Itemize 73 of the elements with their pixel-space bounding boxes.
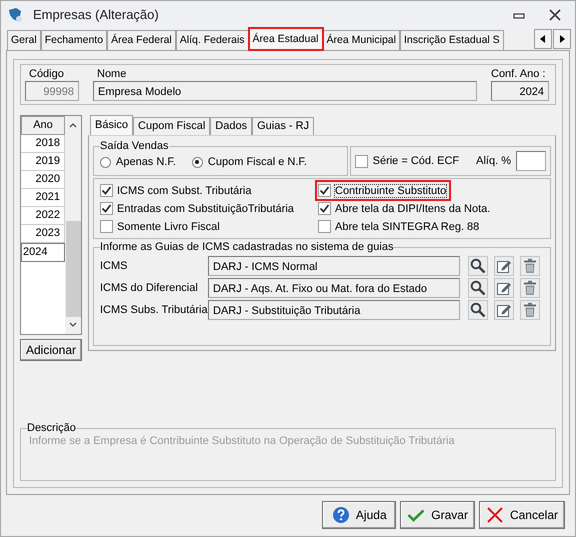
code-label: Código bbox=[28, 67, 65, 81]
name-label: Nome bbox=[96, 67, 128, 81]
add-button[interactable]: Adicionar bbox=[20, 339, 82, 361]
tab[interactable]: Guias - RJ bbox=[252, 117, 314, 135]
group-title: Saída Vendas bbox=[100, 140, 169, 153]
year-row[interactable]: 2024 bbox=[21, 243, 65, 262]
checkbox-label: Abre tela SINTEGRA Reg. 88 bbox=[335, 220, 480, 232]
delete-button[interactable] bbox=[520, 278, 540, 298]
cancel-button[interactable]: Cancelar bbox=[478, 501, 565, 529]
search-button[interactable] bbox=[468, 300, 488, 320]
scroll-up-icon[interactable] bbox=[68, 121, 78, 129]
minimize-icon[interactable] bbox=[513, 10, 525, 18]
tab[interactable]: Alíq. Federais bbox=[176, 30, 249, 50]
field-label: ICMS Subs. Tributária bbox=[100, 304, 206, 316]
window-title: Empresas (Alteração) bbox=[33, 7, 159, 22]
rate-field[interactable] bbox=[516, 151, 546, 171]
radio-button[interactable] bbox=[100, 156, 111, 168]
checkbox[interactable] bbox=[100, 202, 113, 215]
tab[interactable]: Área Federal bbox=[107, 30, 176, 50]
check-icon bbox=[407, 508, 426, 522]
tab[interactable]: Cupom Fiscal bbox=[133, 117, 210, 135]
tab[interactable]: Básico bbox=[90, 115, 134, 135]
guide-field[interactable]: DARJ - Substituição Tributária bbox=[208, 300, 460, 320]
scroll-left-icon[interactable] bbox=[534, 29, 552, 49]
checkbox-label: Somente Livro Fiscal bbox=[117, 220, 220, 232]
search-button[interactable] bbox=[468, 256, 488, 276]
checkbox-label: Série = Cód. ECF bbox=[372, 155, 460, 167]
group-title: Informe as Guias de ICMS cadastradas no sistema de guias bbox=[100, 241, 394, 254]
tab[interactable]: Geral bbox=[7, 30, 41, 50]
rate-label: Alíq. % bbox=[476, 155, 511, 167]
map-icon bbox=[7, 6, 25, 24]
checkbox[interactable] bbox=[318, 202, 331, 215]
checkbox[interactable] bbox=[100, 220, 113, 233]
description-text: Informe se a Empresa é Contribuinte Substituto na Operação de Substituição Tributária bbox=[28, 435, 455, 447]
edit-button[interactable] bbox=[494, 278, 514, 298]
tab[interactable]: Dados bbox=[210, 117, 252, 135]
tab[interactable]: Área Estadual bbox=[248, 28, 323, 50]
checkbox-label: Entradas com SubstituiçãoTributária bbox=[117, 202, 294, 214]
checkbox-label: ICMS com Subst. Tributária bbox=[117, 184, 252, 196]
help-button[interactable]: Ajuda bbox=[322, 501, 396, 529]
field-label: ICMS bbox=[100, 260, 128, 272]
year-field[interactable]: 2024 bbox=[491, 81, 549, 101]
search-button[interactable] bbox=[468, 278, 488, 298]
delete-button[interactable] bbox=[520, 300, 540, 320]
checkbox-label: Abre tela da DIPI/Itens da Nota. bbox=[335, 202, 490, 214]
year-label: Conf. Ano : bbox=[491, 67, 546, 81]
scroll-down-icon[interactable] bbox=[68, 321, 78, 329]
delete-button[interactable] bbox=[520, 256, 540, 276]
tab[interactable]: Inscrição Estadual S bbox=[400, 30, 504, 50]
tab[interactable]: Área Municipal bbox=[322, 30, 400, 50]
radio-button[interactable] bbox=[192, 156, 203, 168]
radio-label: Apenas N.F. bbox=[116, 156, 176, 168]
group-title: Descrição bbox=[27, 422, 76, 435]
field-label: ICMS do Diferencial bbox=[100, 282, 199, 294]
tab[interactable]: Fechamento bbox=[40, 30, 108, 50]
checkbox[interactable] bbox=[318, 184, 331, 197]
cross-icon bbox=[486, 506, 504, 524]
checkbox[interactable] bbox=[318, 220, 331, 233]
guide-field[interactable]: DARJ - Aqs. At. Fixo ou Mat. fora do Estado bbox=[208, 278, 460, 298]
name-field[interactable]: Empresa Modelo bbox=[93, 81, 477, 101]
help-icon bbox=[332, 506, 350, 524]
checkbox-label: Contribuinte Substituto bbox=[335, 184, 446, 196]
checkbox[interactable] bbox=[354, 154, 368, 168]
guide-field[interactable]: DARJ - ICMS Normal bbox=[208, 256, 460, 276]
scroll-right-icon[interactable] bbox=[553, 29, 571, 49]
radio-label: Cupom Fiscal e N.F. bbox=[208, 156, 307, 168]
scrollbar[interactable] bbox=[65, 116, 81, 334]
save-button[interactable]: Gravar bbox=[400, 501, 475, 529]
edit-button[interactable] bbox=[494, 256, 514, 276]
close-icon[interactable] bbox=[549, 8, 561, 20]
column-header[interactable]: Ano bbox=[21, 116, 65, 135]
checkbox[interactable] bbox=[100, 184, 113, 197]
edit-button[interactable] bbox=[494, 300, 514, 320]
